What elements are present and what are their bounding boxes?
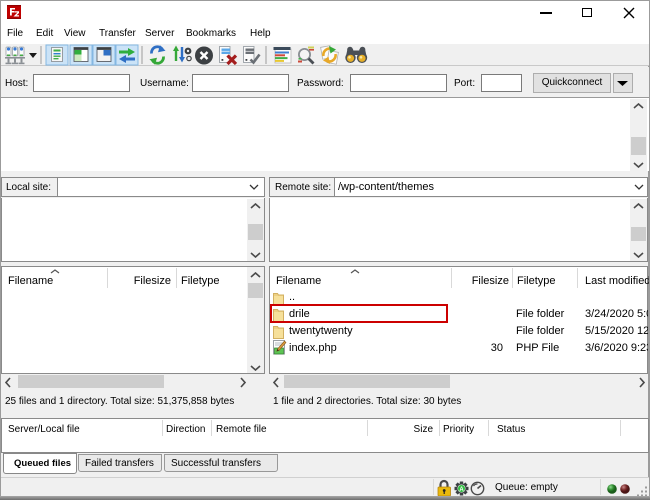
svg-text:A: A [459, 487, 464, 493]
